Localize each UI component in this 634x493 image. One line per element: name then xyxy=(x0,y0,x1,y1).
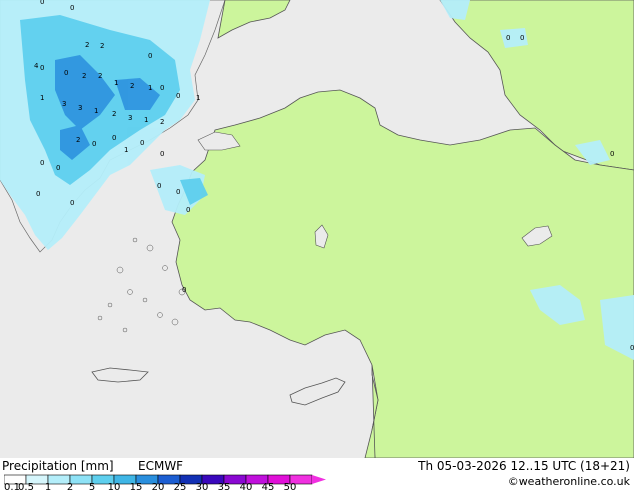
legend-tick-label: 10 xyxy=(107,482,121,493)
precip-value-label: 2 xyxy=(76,136,80,144)
precip-value-label: 0 xyxy=(40,0,44,6)
legend-tick-label: 20 xyxy=(151,482,165,493)
legend-tick-label: 45 xyxy=(261,482,275,493)
precip-value-label: 0 xyxy=(70,199,74,207)
precip-value-label: 3 xyxy=(78,104,82,112)
map-canvas: 00202040 2 21 2 13 3 1 2 3 1 21002 01 0000000 10000 00… xyxy=(0,0,634,458)
precip-value-label: 0 xyxy=(157,182,161,190)
legend-tick-label: 35 xyxy=(217,482,231,493)
precip-value-label: 0 xyxy=(64,69,68,77)
credit-text: ©weatheronline.co.uk xyxy=(507,475,630,488)
precip-value-label: 0 xyxy=(176,92,180,100)
precip-value-label: 0 xyxy=(186,206,190,214)
precip-value-label: 0 xyxy=(70,4,74,12)
precip-value-label: 2 xyxy=(98,72,102,80)
legend-tick-label: 1 xyxy=(44,482,52,493)
precip-value-label: 2 xyxy=(160,118,164,126)
precip-value-label: 0 xyxy=(630,344,634,352)
precip-value-label: 2 xyxy=(100,42,104,50)
legend-tick-label: 0.5 xyxy=(18,482,34,493)
precip-value-label: 0 xyxy=(160,84,164,92)
precip-value-label: 0 xyxy=(112,134,116,142)
precip-value-label: 1 xyxy=(94,107,98,115)
legend-tick-label: 5 xyxy=(88,482,96,493)
legend-tick-label: 30 xyxy=(195,482,209,493)
precip-value-label: 0 xyxy=(56,164,60,172)
precip-value-label: 1 xyxy=(144,116,148,124)
precip-value-label: 2 xyxy=(85,41,89,49)
precip-value-label: 0 xyxy=(40,159,44,167)
valid-time: Th 05-03-2026 12..15 UTC (18+21) xyxy=(418,459,630,473)
precip-value-label: 0 xyxy=(92,140,96,148)
precipitation-title: Precipitation [mm] xyxy=(2,459,114,473)
legend-tick-label: 15 xyxy=(129,482,143,493)
precip-value-label: 0 xyxy=(160,150,164,158)
precip-value-label: 3 xyxy=(62,100,66,108)
legend-tick-label: 25 xyxy=(173,482,187,493)
precip-value-label: 0 xyxy=(506,34,510,42)
precipitation-map: 0020204022121331231210020100000001000000… xyxy=(0,0,634,458)
precip-value-label: 2 xyxy=(112,110,116,118)
precip-value-label: 1 xyxy=(114,79,118,87)
precip-value-label: 4 xyxy=(34,62,39,70)
precip-value-label: 0 xyxy=(40,64,44,72)
precip-value-label: 0 xyxy=(36,190,40,198)
legend-arrow xyxy=(312,475,326,484)
precip-value-label: 0 xyxy=(520,34,524,42)
legend-tick-label: 40 xyxy=(239,482,253,493)
precip-value-label: 0 xyxy=(610,150,614,158)
precip-value-label: 0 xyxy=(182,286,186,294)
precip-value-label: 1 xyxy=(124,146,128,154)
model-name: ECMWF xyxy=(138,459,184,473)
legend-tick-label: 50 xyxy=(283,482,297,493)
precip-value-label: 2 xyxy=(130,82,134,90)
precip-value-label: 3 xyxy=(128,114,132,122)
precip-value-label: 0 xyxy=(148,52,152,60)
precip-value-label: 0 xyxy=(176,188,180,196)
legend-tick-label: 2 xyxy=(66,482,74,493)
precip-value-label: 0 xyxy=(140,139,144,147)
precip-value-label: 1 xyxy=(148,84,152,92)
precip-value-label: 2 xyxy=(82,72,86,80)
precip-value-label: 1 xyxy=(196,94,200,102)
precip-value-label: 1 xyxy=(40,94,44,102)
